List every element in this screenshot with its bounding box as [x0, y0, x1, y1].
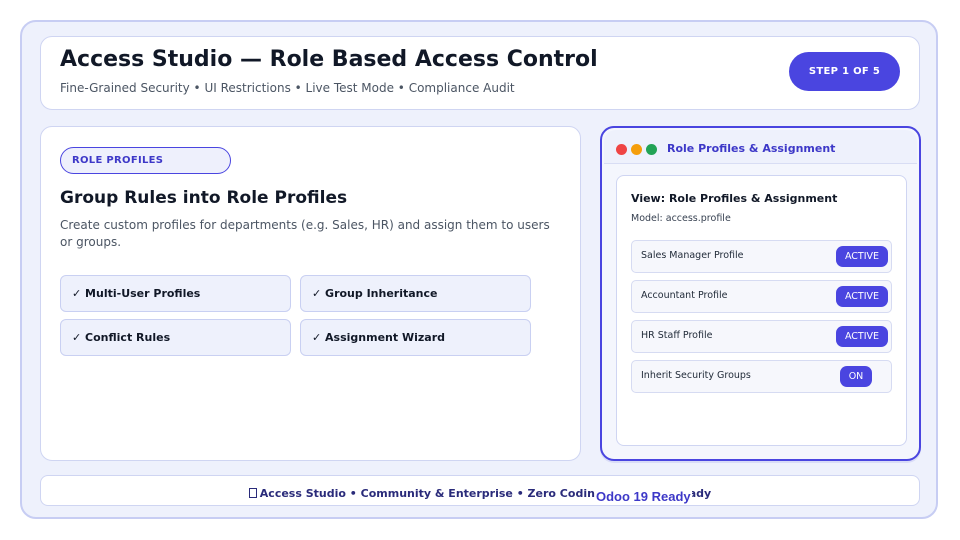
section-tag: ROLE PROFILES	[60, 147, 231, 174]
feature-conflict-rules: ✓ Conflict Rules	[60, 319, 291, 356]
profile-row-hr-staff[interactable]: HR Staff Profile ACTIVE	[631, 320, 892, 353]
status-badge[interactable]: ACTIVE	[836, 246, 888, 267]
profile-row-accountant[interactable]: Accountant Profile ACTIVE	[631, 280, 892, 313]
profile-label: Sales Manager Profile	[641, 250, 744, 261]
view-title: View: Role Profiles & Assignment	[631, 192, 838, 205]
preview-window: Role Profiles & Assignment View: Role Pr…	[600, 126, 921, 461]
minimize-dot-icon[interactable]	[631, 144, 642, 155]
view-card: View: Role Profiles & Assignment Model: …	[616, 175, 907, 446]
section-description: Create custom profiles for departments (…	[60, 218, 550, 249]
status-badge[interactable]: ACTIVE	[836, 326, 888, 347]
content-card: ROLE PROFILES Group Rules into Role Prof…	[40, 126, 581, 461]
profile-row-sales-manager[interactable]: Sales Manager Profile ACTIVE	[631, 240, 892, 273]
maximize-dot-icon[interactable]	[646, 144, 657, 155]
close-dot-icon[interactable]	[616, 144, 627, 155]
setting-label: Inherit Security Groups	[641, 370, 751, 381]
window-titlebar: Role Profiles & Assignment	[604, 130, 917, 164]
feature-assignment-wizard: ✓ Assignment Wizard	[300, 319, 531, 356]
section-title: Group Rules into Role Profiles	[60, 188, 348, 208]
status-badge[interactable]: ACTIVE	[836, 286, 888, 307]
footer-line: Access Studio • Community & Enterprise •…	[41, 487, 919, 500]
feature-group-inheritance: ✓ Group Inheritance	[300, 275, 531, 312]
box-icon	[248, 488, 257, 498]
profile-label: Accountant Profile	[641, 290, 728, 301]
profile-label: HR Staff Profile	[641, 330, 713, 341]
setting-row-inherit-groups[interactable]: Inherit Security Groups ON	[631, 360, 892, 393]
window-title: Role Profiles & Assignment	[667, 142, 836, 155]
step-badge[interactable]: STEP 1 OF 5	[789, 52, 900, 91]
footer-bar: Access Studio • Community & Enterprise •…	[40, 475, 920, 506]
feature-multi-user-profiles: ✓ Multi-User Profiles	[60, 275, 291, 312]
odoo-ready-label: Odoo 19 Ready	[595, 489, 692, 504]
header-card: Access Studio — Role Based Access Contro…	[40, 36, 920, 110]
page-title: Access Studio — Role Based Access Contro…	[60, 47, 598, 72]
toggle-badge[interactable]: ON	[840, 366, 872, 387]
page-subtitle: Fine-Grained Security • UI Restrictions …	[60, 81, 515, 95]
view-model: Model: access.profile	[631, 213, 731, 224]
